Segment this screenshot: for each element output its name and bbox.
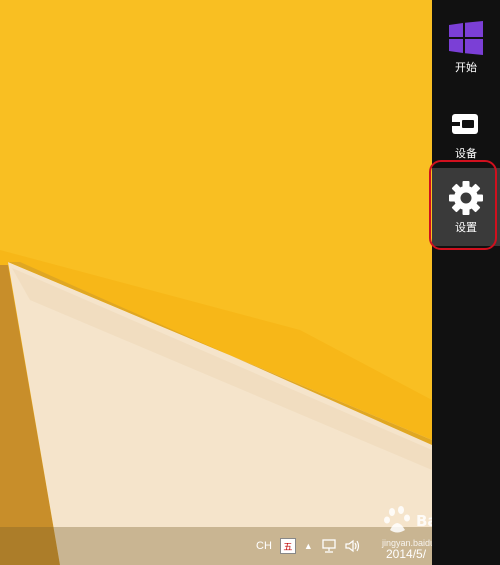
taskbar [0,527,432,565]
desktop-screen: CH 五 ▲ 2014/5/ Bai jingyan.baidu.com 开始 … [0,0,500,565]
gear-icon [448,180,484,216]
desktop-wallpaper [0,0,432,565]
charm-devices-label: 设备 [455,147,477,160]
network-icon[interactable] [321,539,337,553]
charms-bar: 开始 设备 设置 [432,0,500,565]
ime-icon[interactable]: 五 [279,538,296,554]
charm-start-label: 开始 [455,61,477,74]
language-indicator[interactable]: CH [256,540,272,552]
system-tray: CH 五 ▲ [256,536,361,556]
windows-logo-icon [448,20,484,56]
charm-start[interactable]: 开始 [432,8,500,82]
show-hidden-icons-icon[interactable]: ▲ [304,541,313,551]
charm-settings[interactable]: 设置 [432,168,500,246]
devices-icon [448,106,484,142]
taskbar-clock[interactable]: 2014/5/ [386,547,426,561]
charm-devices[interactable]: 设备 [432,94,500,168]
volume-icon[interactable] [345,539,361,553]
charm-settings-label: 设置 [455,221,477,234]
